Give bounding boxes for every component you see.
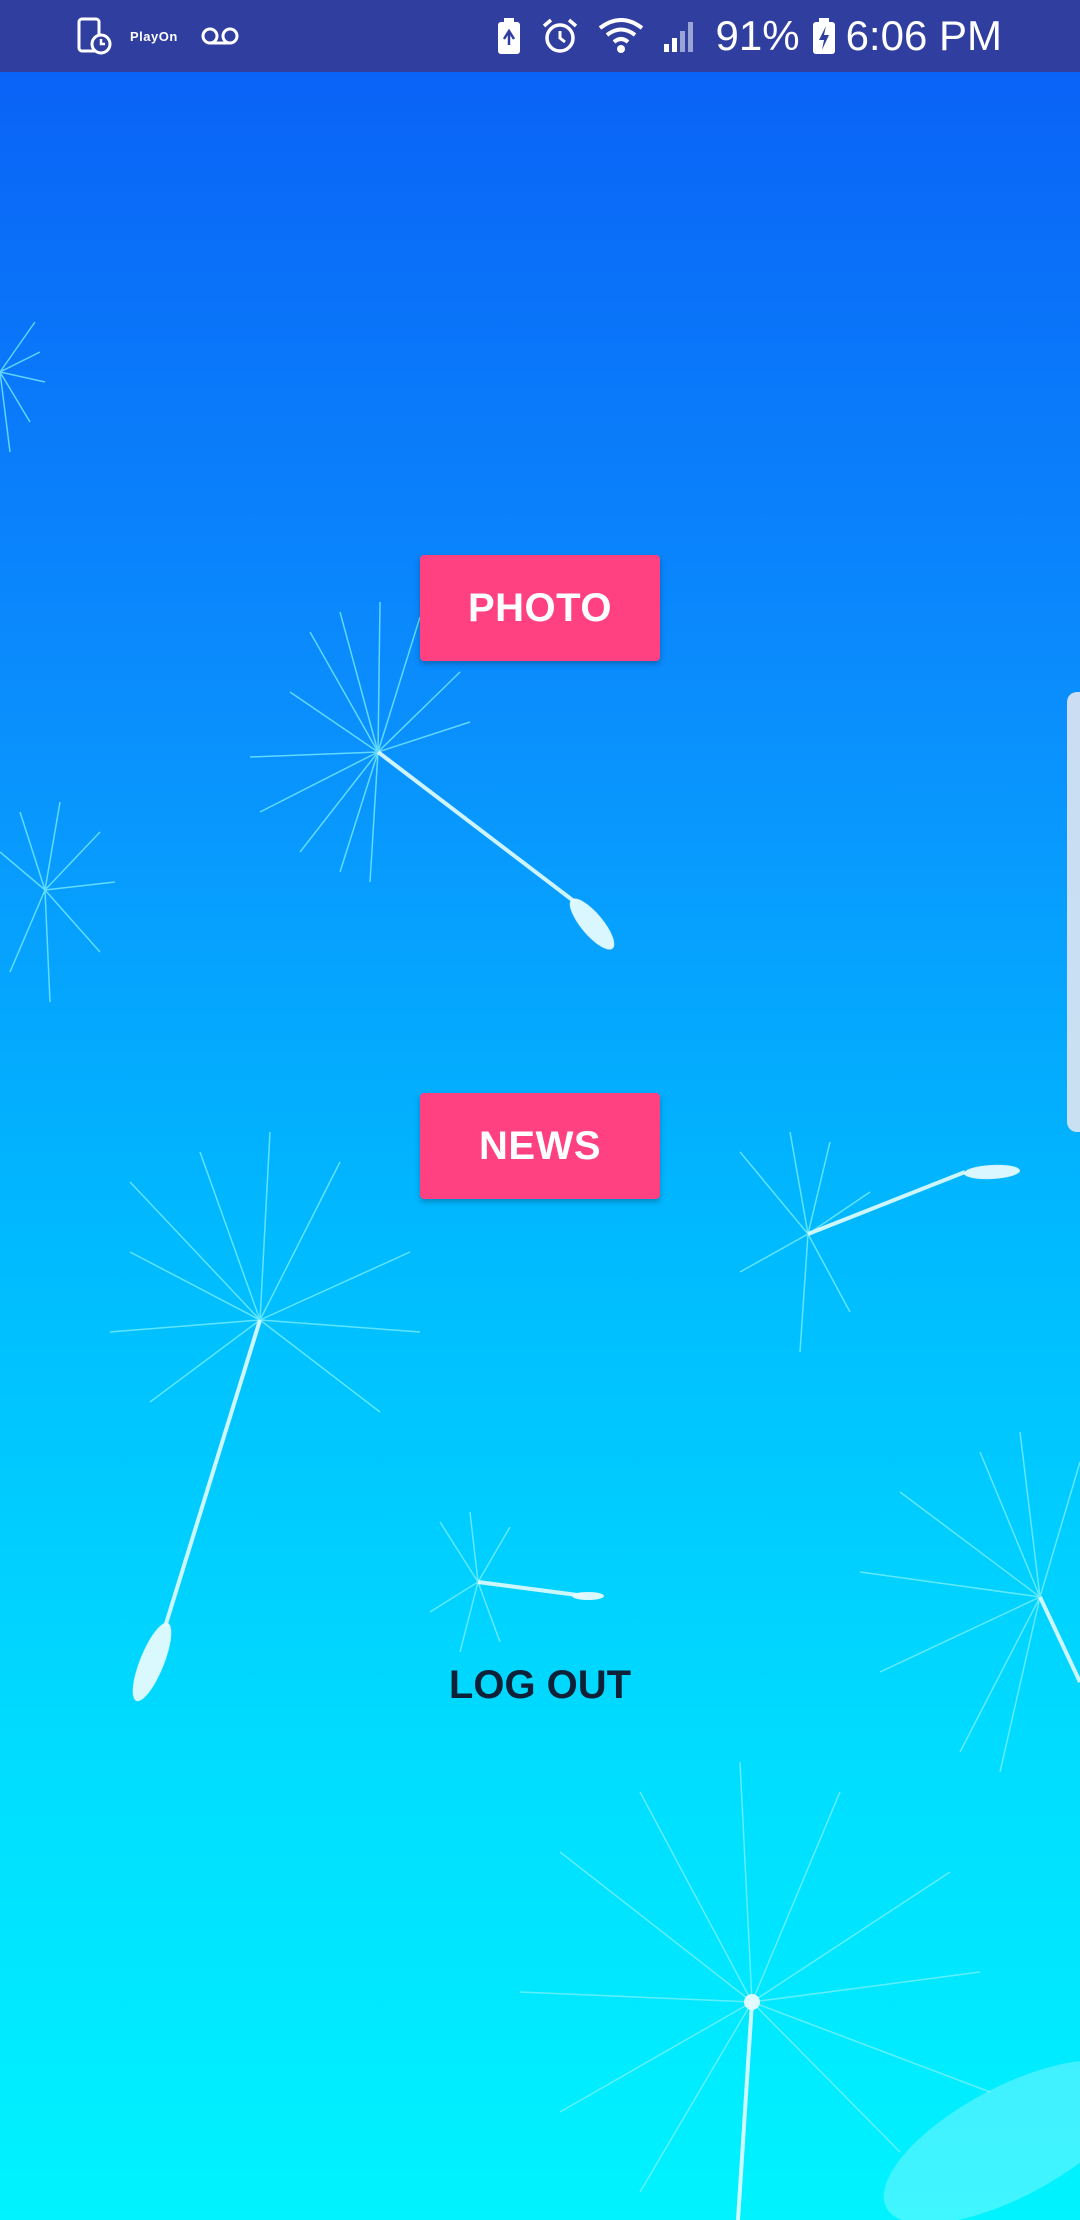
- edge-panel-handle[interactable]: [1067, 692, 1080, 1132]
- photo-button[interactable]: PHOTO: [420, 555, 660, 661]
- dandelion-seed-8: [519, 1761, 991, 2193]
- playon-icon: PlayOn: [130, 28, 178, 44]
- dandelion-seed-3: [0, 801, 116, 1003]
- logout-button[interactable]: LOG OUT: [400, 1640, 680, 1730]
- status-bar: PlayOn 91% 6:06 PM: [0, 0, 1080, 72]
- battery-percent: 91%: [715, 12, 800, 59]
- clock: 6:06 PM: [845, 12, 1002, 59]
- voicemail-icon: [200, 25, 240, 47]
- dandelion-seed-1: [0, 321, 46, 453]
- news-button[interactable]: NEWS: [420, 1093, 660, 1199]
- status-bar-right: 91% 6:06 PM: [496, 0, 1002, 72]
- dandelion-seed-7: [859, 1431, 1080, 1773]
- dandelion-seed-5: [739, 1131, 871, 1353]
- battery-charging-icon: [812, 17, 836, 55]
- dandelion-seed-4: [109, 1131, 421, 1413]
- signal-icon: [662, 18, 698, 54]
- wifi-icon: [598, 18, 644, 54]
- status-bar-left: PlayOn: [76, 0, 258, 72]
- battery-saver-icon: [496, 17, 522, 55]
- alarm-icon: [540, 16, 580, 56]
- dandelion-seed-6: [429, 1511, 511, 1653]
- screen-timer-icon: [76, 16, 112, 56]
